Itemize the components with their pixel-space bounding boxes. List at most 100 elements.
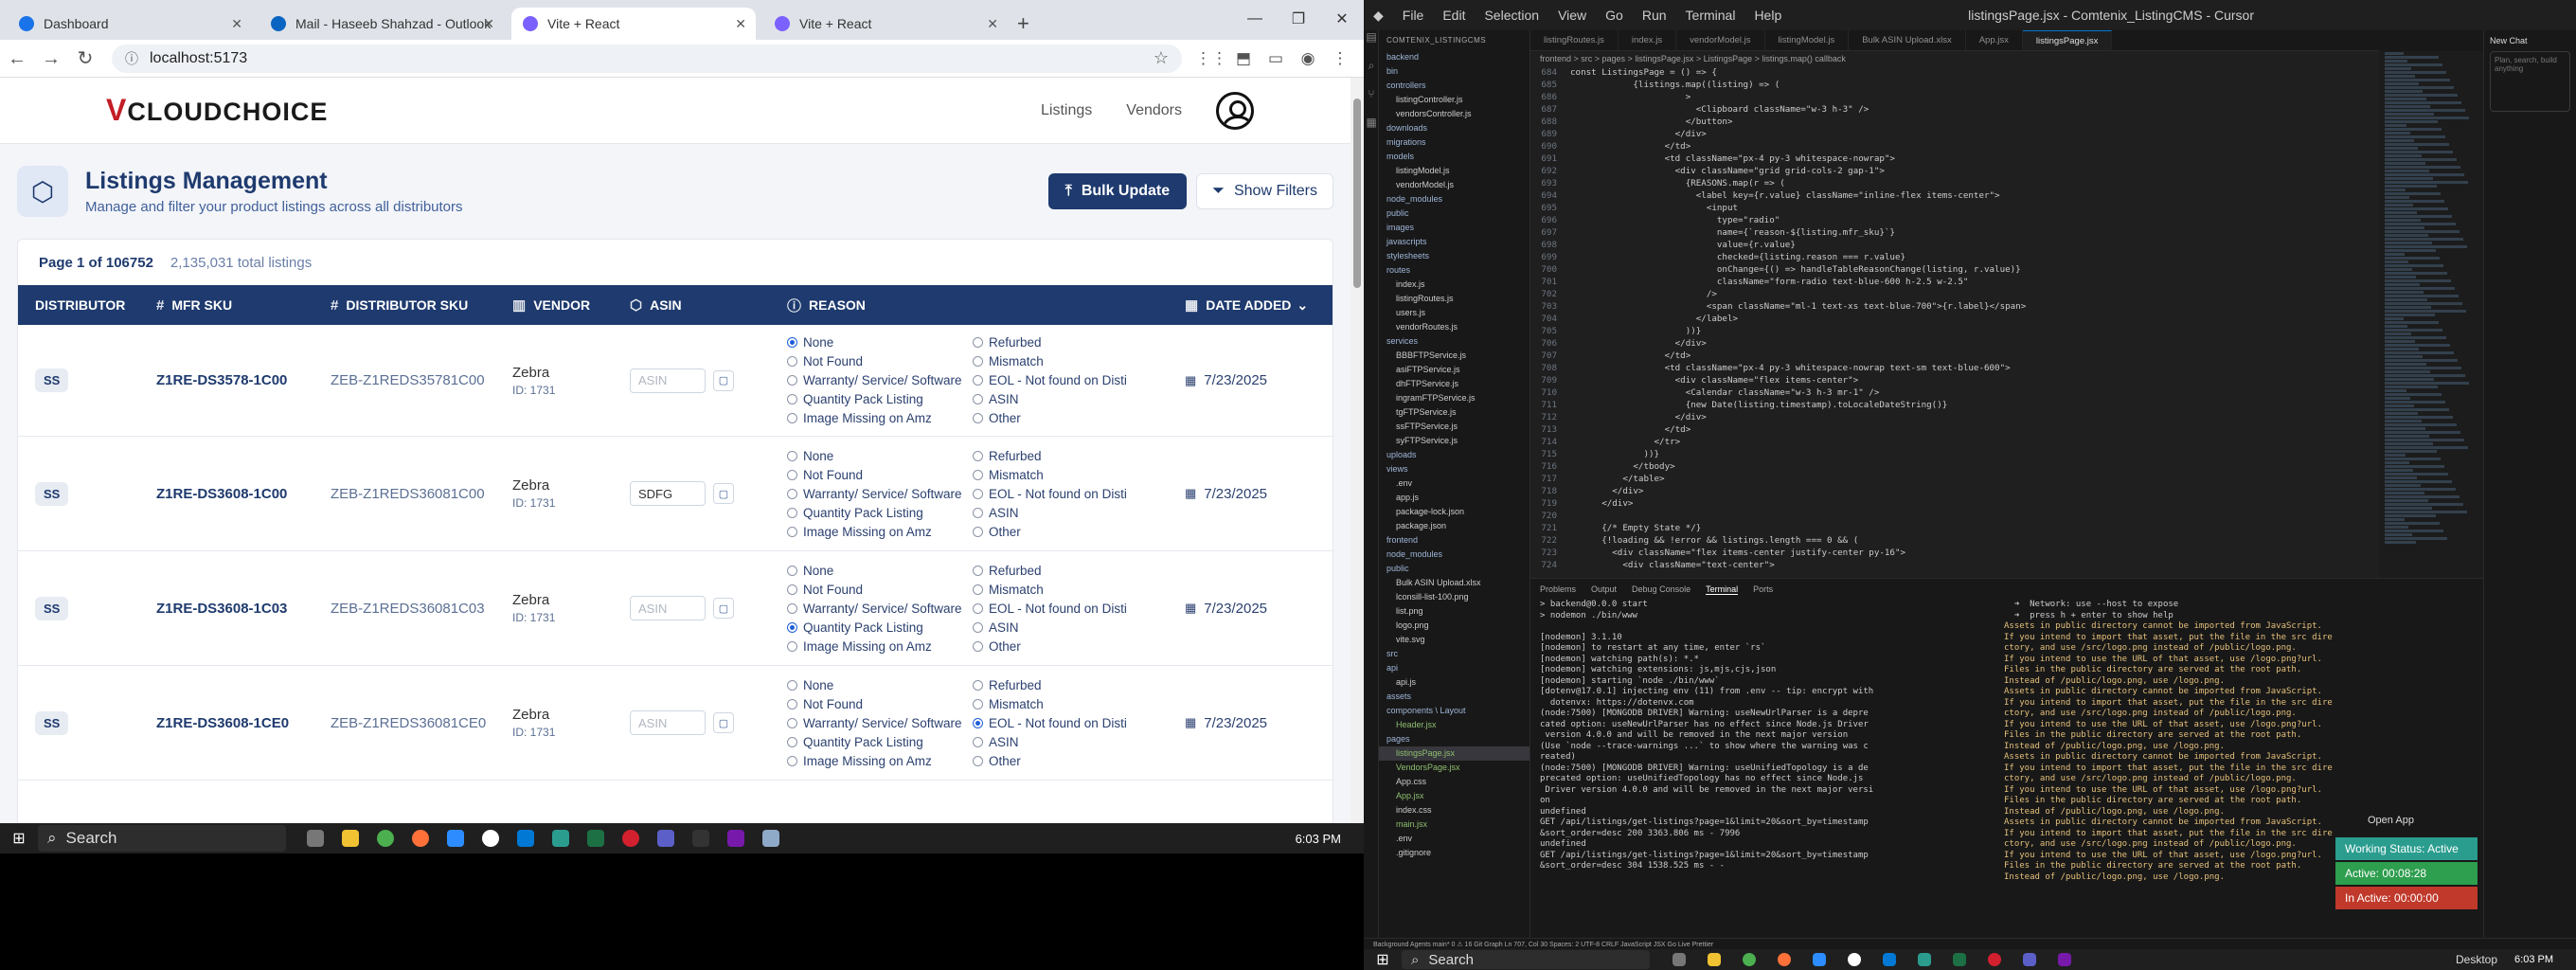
radio-circle[interactable] bbox=[787, 450, 797, 461]
radio-circle[interactable] bbox=[973, 488, 983, 499]
explorer-item[interactable]: Bulk ASIN Upload.xlsx bbox=[1379, 576, 1530, 590]
bookmark-star-icon[interactable]: ☆ bbox=[1154, 48, 1169, 68]
clipboard-icon[interactable]: ▢ bbox=[713, 369, 734, 391]
reason-radio-mismatch[interactable]: Mismatch bbox=[973, 583, 1162, 597]
radio-circle[interactable] bbox=[973, 717, 983, 728]
explorer-item[interactable]: main.jsx bbox=[1379, 817, 1530, 832]
explorer-item[interactable]: downloads bbox=[1379, 121, 1530, 135]
col-reason[interactable]: ⓘ REASON bbox=[787, 296, 1185, 315]
file-explorer-icon[interactable] bbox=[332, 825, 367, 852]
clipboard-icon[interactable]: ▢ bbox=[713, 712, 734, 733]
radio-circle[interactable] bbox=[787, 488, 797, 499]
reason-radio-refurbed[interactable]: Refurbed bbox=[973, 564, 1162, 578]
col-date-added[interactable]: ▦ DATE ADDED ⌄ bbox=[1185, 296, 1308, 314]
explorer-item[interactable]: listingsPage.jsx bbox=[1379, 746, 1530, 761]
explorer-item[interactable]: pages bbox=[1379, 732, 1530, 746]
explorer-item[interactable]: Header.jsx bbox=[1379, 718, 1530, 732]
explorer-item[interactable]: ingramFTPService.js bbox=[1379, 391, 1530, 405]
show-filters-button[interactable]: ⏷ Show Filters bbox=[1196, 173, 1333, 209]
reload-icon[interactable]: ↻ bbox=[68, 46, 102, 70]
cursor-icon[interactable] bbox=[473, 825, 508, 852]
explorer-item[interactable]: vendorModel.js bbox=[1379, 178, 1530, 192]
menu-run[interactable]: Run bbox=[1642, 8, 1667, 23]
explorer-item[interactable]: syFTPService.js bbox=[1379, 434, 1530, 448]
explorer-item[interactable]: tgFTPService.js bbox=[1379, 405, 1530, 420]
reason-radio-eol[interactable]: EOL - Not found on Disti bbox=[973, 602, 1162, 616]
reason-radio-eol[interactable]: EOL - Not found on Disti bbox=[973, 373, 1162, 387]
col-distributor-sku[interactable]: # DISTRIBUTOR SKU bbox=[331, 297, 512, 314]
explorer-item[interactable]: .env bbox=[1379, 832, 1530, 846]
sidebar-icon[interactable]: ▭ bbox=[1260, 49, 1292, 68]
reason-radio-image[interactable]: Image Missing on Amz bbox=[787, 411, 973, 425]
taskbar-clock[interactable]: 6:03 PM bbox=[2514, 954, 2553, 965]
taskbar-search[interactable]: ⌕ Search bbox=[38, 825, 286, 852]
taskbar-clock[interactable]: 6:03 PM bbox=[1296, 832, 1341, 846]
browser-tab-dashboard[interactable]: Dashboard ✕ bbox=[8, 8, 252, 40]
back-arrow-icon[interactable]: ← bbox=[0, 48, 34, 70]
explorer-item[interactable]: views bbox=[1379, 462, 1530, 476]
bulk-update-button[interactable]: ⤒ Bulk Update bbox=[1047, 173, 1188, 209]
reason-radio-mismatch[interactable]: Mismatch bbox=[973, 354, 1162, 368]
zoom-icon[interactable] bbox=[438, 825, 473, 852]
radio-circle[interactable] bbox=[787, 526, 797, 537]
vscode-icon[interactable] bbox=[508, 825, 543, 852]
asin-input[interactable] bbox=[630, 710, 706, 735]
panel-tab-debug-console[interactable]: Debug Console bbox=[1632, 584, 1690, 594]
explorer-item[interactable]: ssFTPService.js bbox=[1379, 420, 1530, 434]
reason-radio-other[interactable]: Other bbox=[973, 525, 1162, 539]
radio-circle[interactable] bbox=[787, 679, 797, 691]
editor-tab[interactable]: vendorModel.js bbox=[1676, 30, 1765, 50]
notepad-icon[interactable] bbox=[753, 825, 788, 852]
explorer-item[interactable]: package-lock.json bbox=[1379, 505, 1530, 519]
panel-tab-terminal[interactable]: Terminal bbox=[1706, 584, 1739, 595]
explorer-item[interactable]: bin bbox=[1379, 64, 1530, 79]
reason-radio-qty[interactable]: Quantity Pack Listing bbox=[787, 392, 973, 406]
puzzle-icon[interactable]: ⬒ bbox=[1227, 49, 1260, 68]
close-icon[interactable]: ✕ bbox=[483, 16, 494, 32]
forward-arrow-icon[interactable]: → bbox=[34, 48, 68, 70]
reason-radio-warranty[interactable]: Warranty/ Service/ Software bbox=[787, 716, 973, 730]
reason-radio-none[interactable]: None bbox=[787, 449, 973, 463]
radio-circle[interactable] bbox=[787, 621, 797, 633]
asin-input[interactable] bbox=[630, 596, 706, 620]
app-icon[interactable] bbox=[683, 825, 718, 852]
task-view-icon[interactable] bbox=[1661, 950, 1696, 969]
explorer-item[interactable]: models bbox=[1379, 150, 1530, 164]
clipboard-icon[interactable]: ▢ bbox=[713, 598, 734, 619]
menu-edit[interactable]: Edit bbox=[1442, 8, 1465, 23]
reason-radio-refurbed[interactable]: Refurbed bbox=[973, 678, 1162, 692]
nav-vendors-link[interactable]: Vendors bbox=[1126, 102, 1182, 119]
minimap[interactable] bbox=[2379, 51, 2483, 578]
explorer-item[interactable]: public bbox=[1379, 562, 1530, 576]
radio-circle[interactable] bbox=[973, 375, 983, 386]
explorer-item[interactable]: api.js bbox=[1379, 675, 1530, 690]
explorer-item[interactable]: public bbox=[1379, 207, 1530, 221]
explorer-item[interactable]: asiFTPService.js bbox=[1379, 363, 1530, 377]
explorer-item[interactable]: frontend bbox=[1379, 533, 1530, 548]
explorer-item[interactable]: .gitignore bbox=[1379, 846, 1530, 860]
radio-circle[interactable] bbox=[973, 584, 983, 595]
radio-circle[interactable] bbox=[973, 337, 983, 348]
opera-icon[interactable] bbox=[1977, 950, 2012, 969]
explorer-item[interactable]: listingController.js bbox=[1379, 93, 1530, 107]
explorer-item[interactable]: vendorsController.js bbox=[1379, 107, 1530, 121]
explorer-item[interactable]: app.js bbox=[1379, 491, 1530, 505]
explorer-item[interactable]: node_modules bbox=[1379, 192, 1530, 207]
explorer-item[interactable]: index.js bbox=[1379, 278, 1530, 292]
explorer-item[interactable]: assets bbox=[1379, 690, 1530, 704]
reason-radio-mismatch[interactable]: Mismatch bbox=[973, 468, 1162, 482]
reason-radio-refurbed[interactable]: Refurbed bbox=[973, 335, 1162, 350]
radio-circle[interactable] bbox=[973, 394, 983, 404]
explorer-item[interactable]: listingRoutes.js bbox=[1379, 292, 1530, 306]
panel-tab-ports[interactable]: Ports bbox=[1753, 584, 1773, 594]
menu-selection[interactable]: Selection bbox=[1484, 8, 1539, 23]
radio-circle[interactable] bbox=[787, 356, 797, 367]
reason-radio-refurbed[interactable]: Refurbed bbox=[973, 449, 1162, 463]
onenote-icon[interactable] bbox=[2047, 950, 2082, 969]
explorer-item[interactable]: logo.png bbox=[1379, 619, 1530, 633]
terminal-backend[interactable]: > backend@0.0.0 start > nodemon ./bin/www… bbox=[1540, 600, 1995, 931]
browser-tab-mail[interactable]: Mail - Haseeb Shahzad - Outlook ✕ bbox=[259, 8, 504, 40]
chat-input[interactable]: Plan, search, build anything bbox=[2490, 51, 2570, 112]
explorer-item[interactable]: src bbox=[1379, 647, 1530, 661]
reason-radio-asin[interactable]: ASIN bbox=[973, 392, 1162, 406]
